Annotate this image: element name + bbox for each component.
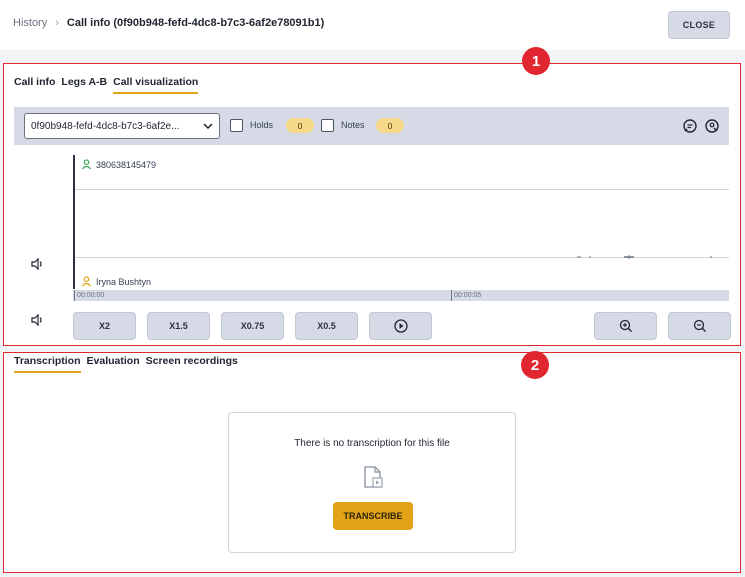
speed-x0-75-button[interactable]: X0.75 (221, 312, 284, 340)
breadcrumb-history-link[interactable]: History (13, 17, 47, 29)
breadcrumb-separator: › (55, 17, 59, 29)
tab-evaluation[interactable]: Evaluation (87, 355, 140, 373)
tab-call-info[interactable]: Call info (14, 76, 55, 94)
tab-screen-recordings[interactable]: Screen recordings (146, 355, 238, 373)
zoom-out-icon (693, 319, 706, 332)
holds-checkbox[interactable] (230, 119, 243, 132)
call-tabs: Call info Legs A-B Call visualization (14, 76, 199, 94)
speed-x0-5-button[interactable]: X0.5 (295, 312, 358, 340)
timeline-axis (73, 155, 75, 289)
notes-checkbox[interactable] (321, 119, 334, 132)
transcription-panel: Transcription Evaluation Screen recordin… (3, 352, 741, 573)
tab-legs-a-b[interactable]: Legs A-B (61, 76, 107, 94)
transcribe-button[interactable]: TRANSCRIBE (333, 502, 413, 530)
participant-top-track (75, 189, 729, 190)
timeline-tick: 00:00:00 (74, 290, 104, 301)
holds-label: Holds (250, 120, 274, 130)
chevron-down-icon (203, 123, 213, 130)
timeline-ruler[interactable]: 00:00:00 00:00:05 (73, 290, 729, 301)
person-icon (82, 276, 91, 287)
notes-count-badge: 0 (376, 118, 404, 133)
audio-file-icon (364, 466, 383, 488)
bottom-tabs: Transcription Evaluation Screen recordin… (14, 355, 238, 373)
annotation-badge-1: 1 (522, 47, 550, 75)
holds-count-badge: 0 (286, 118, 314, 133)
empty-message: There is no transcription for this file (294, 438, 450, 449)
call-visualization-panel: Call info Legs A-B Call visualization 0f… (3, 63, 741, 346)
call-visualization: 380638145479 Iryna Bushtyn 00:00:00 00:0… (14, 152, 729, 327)
comment-icon[interactable] (682, 118, 698, 134)
speaker-icon[interactable] (30, 313, 44, 327)
zoom-in-icon (619, 319, 632, 332)
breadcrumb: History › Call info (0f90b948-fefd-4dc8-… (13, 17, 324, 29)
timeline-tick: 00:00:05 (451, 290, 481, 301)
tab-transcription[interactable]: Transcription (14, 355, 81, 373)
zoom-in-button[interactable] (594, 312, 657, 340)
visualization-toolbar: 0f90b948-fefd-4dc8-b7c3-6af2e... Holds 0… (14, 107, 729, 145)
participant-top-label: 380638145479 (96, 160, 157, 170)
speed-x2-button[interactable]: X2 (73, 312, 136, 340)
page-title: Call info (0f90b948-fefd-4dc8-b7c3-6af2e… (66, 17, 325, 29)
play-button[interactable] (369, 312, 432, 340)
close-button[interactable]: CLOSE (668, 11, 730, 39)
leg-select[interactable]: 0f90b948-fefd-4dc8-b7c3-6af2e... (24, 113, 220, 139)
participant-bottom-label: Iryna Bushtyn (96, 277, 152, 287)
zoom-out-button[interactable] (668, 312, 731, 340)
audio-waveform (577, 255, 712, 259)
annotation-badge-2: 2 (521, 351, 549, 379)
notes-label: Notes (341, 120, 365, 130)
speaker-icon[interactable] (30, 257, 44, 271)
transcription-empty-state: There is no transcription for this file … (228, 412, 516, 553)
location-icon[interactable] (704, 118, 720, 134)
play-icon (393, 319, 408, 333)
header-bar: History › Call info (0f90b948-fefd-4dc8-… (0, 0, 745, 50)
person-icon (82, 159, 91, 170)
tab-call-visualization[interactable]: Call visualization (113, 76, 199, 94)
leg-select-value: 0f90b948-fefd-4dc8-b7c3-6af2e... (31, 120, 180, 132)
speed-x1-5-button[interactable]: X1.5 (147, 312, 210, 340)
